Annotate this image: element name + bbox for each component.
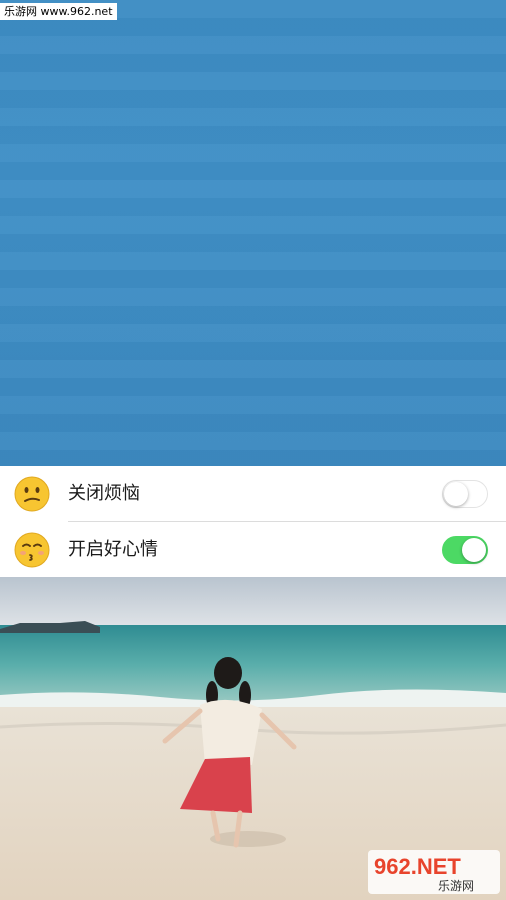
brand-logo: 962.NET 乐游网 bbox=[368, 850, 500, 894]
toggle-switch-on[interactable] bbox=[442, 536, 488, 564]
beach-photo: 962.NET 乐游网 bbox=[0, 577, 506, 900]
watermark-text: 乐游网 www.962.net bbox=[0, 3, 117, 20]
logo-brand-text: 962.NET bbox=[374, 854, 461, 879]
logo-subtitle-text: 乐游网 bbox=[438, 879, 474, 893]
sky-background bbox=[0, 0, 506, 466]
settings-list: 关闭烦恼 开启好心情 bbox=[0, 466, 506, 577]
settings-row-close-worries[interactable]: 关闭烦恼 bbox=[0, 466, 506, 522]
confused-face-icon bbox=[14, 476, 50, 512]
kissing-face-icon bbox=[14, 532, 50, 568]
settings-label: 开启好心情 bbox=[68, 539, 158, 560]
toggle-switch-off[interactable] bbox=[442, 480, 488, 508]
toggle-knob bbox=[462, 538, 486, 562]
962-net-logo-icon: 962.NET 乐游网 bbox=[374, 854, 474, 893]
settings-row-good-mood[interactable]: 开启好心情 bbox=[0, 522, 506, 577]
settings-label: 关闭烦恼 bbox=[68, 483, 140, 504]
toggle-knob bbox=[444, 482, 468, 506]
